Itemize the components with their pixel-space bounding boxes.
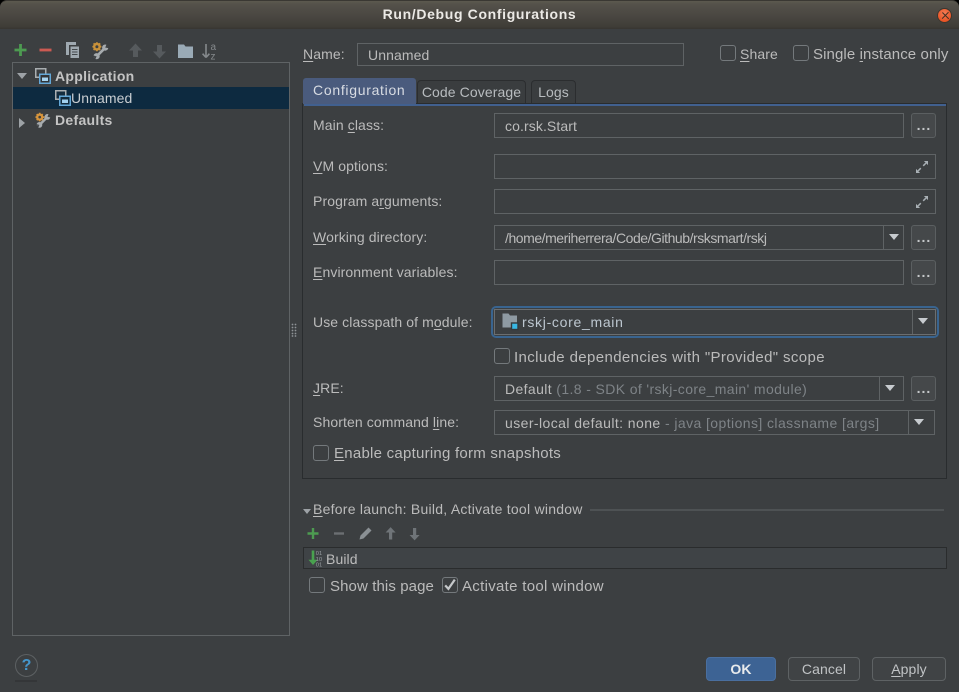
svg-text:01: 01 [316, 563, 322, 568]
svg-text:z: z [211, 52, 216, 63]
